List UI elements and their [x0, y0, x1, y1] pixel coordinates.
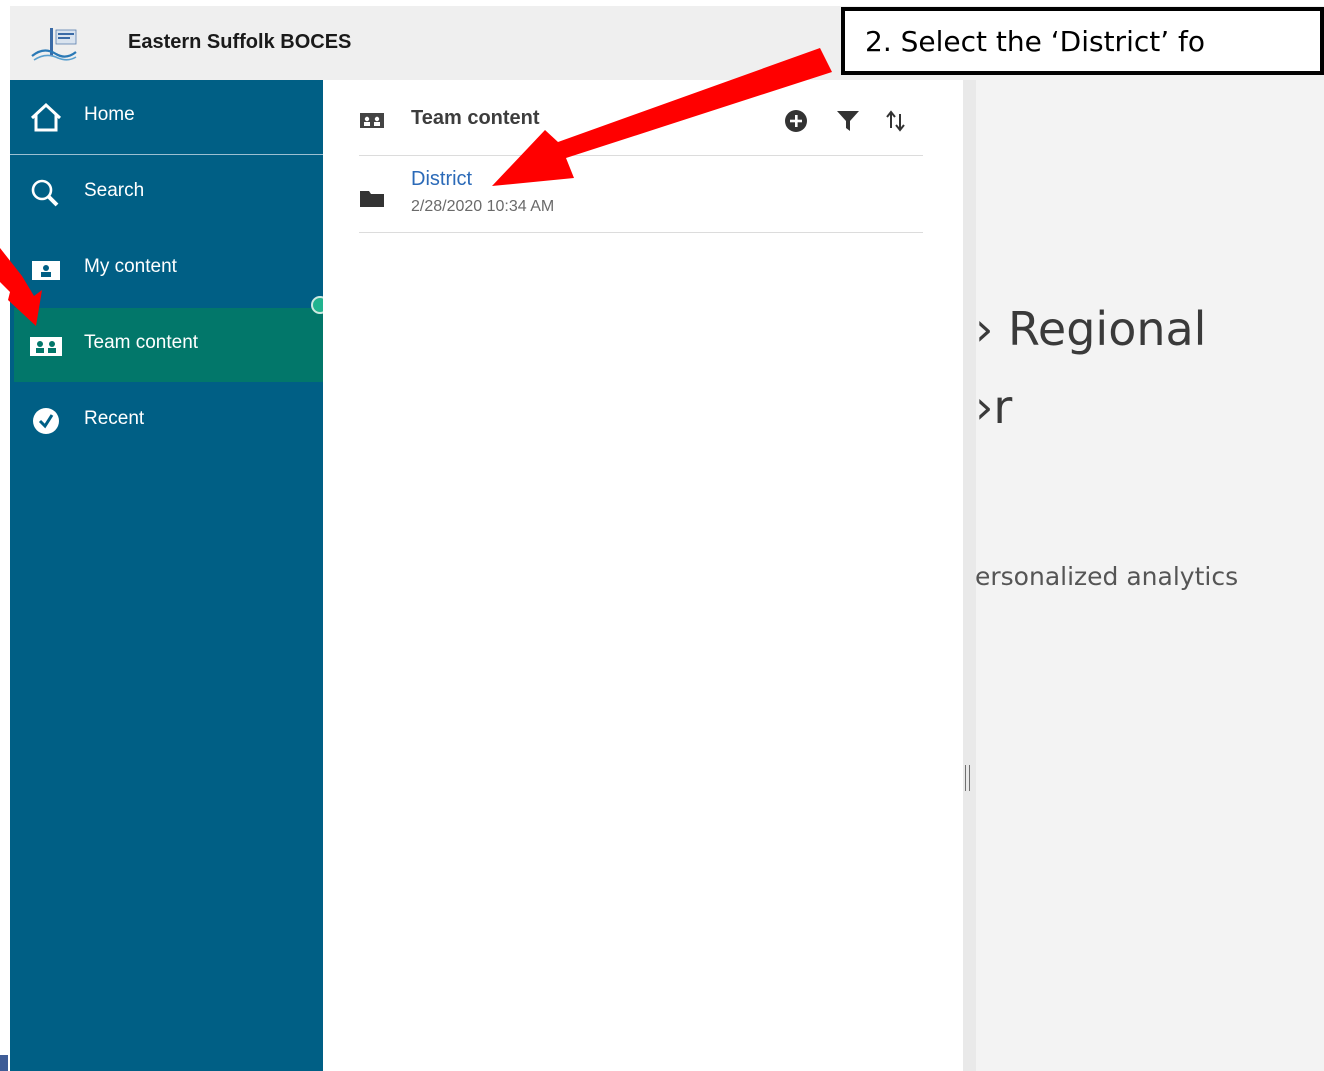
left-edge: [0, 0, 10, 1071]
my-content-icon: [32, 261, 60, 280]
panel-title: Team content: [411, 107, 540, 129]
search-icon: [31, 179, 59, 207]
team-content-icon: [30, 337, 62, 356]
welcome-subtitle: ersonalized analytics: [975, 562, 1239, 591]
instruction-callout: 2. Select the ‘District’ fo: [841, 7, 1324, 75]
sidebar-item-label: Search: [84, 180, 145, 201]
welcome-area: › Regional ›r ersonalized analytics: [963, 80, 1324, 1071]
content-panel: Team content District 2/28/2020 10:34 AM: [323, 80, 963, 1071]
sidebar-item-label: Recent: [84, 408, 145, 429]
home-icon: [30, 102, 62, 132]
sidebar-item-recent[interactable]: Recent: [10, 384, 323, 458]
panel-seam: [963, 80, 976, 1071]
sidebar: Home Search My content Team content Rece…: [10, 80, 323, 1071]
welcome-title-line-2: ›r: [975, 380, 1013, 434]
sidebar-item-search[interactable]: Search: [10, 156, 323, 230]
org-name: Eastern Suffolk BOCES: [128, 31, 352, 53]
add-icon[interactable]: [783, 108, 809, 134]
divider: [359, 232, 923, 233]
sidebar-item-home[interactable]: Home: [10, 80, 323, 155]
folder-icon: [360, 191, 384, 207]
list-item[interactable]: District 2/28/2020 10:34 AM: [359, 156, 923, 232]
left-edge-mark: [0, 1055, 8, 1071]
folder-name-link[interactable]: District: [411, 168, 472, 191]
panel-header: Team content: [359, 102, 923, 136]
instruction-text: 2. Select the ‘District’ fo: [865, 25, 1206, 58]
sidebar-item-my-content[interactable]: My content: [10, 232, 323, 306]
filter-icon[interactable]: [835, 108, 861, 134]
folder-date: 2/28/2020 10:34 AM: [411, 198, 555, 215]
sidebar-item-label: My content: [84, 256, 177, 277]
sidebar-item-label: Team content: [84, 332, 199, 353]
boces-logo-icon: [31, 28, 77, 61]
team-content-icon: [360, 113, 384, 128]
sidebar-item-label: Home: [84, 104, 135, 125]
recent-icon: [33, 408, 59, 434]
resize-grip-icon[interactable]: [965, 765, 971, 791]
welcome-title-line-1: › Regional: [975, 302, 1207, 356]
sidebar-item-team-content[interactable]: Team content: [14, 308, 323, 382]
sort-icon[interactable]: [883, 108, 909, 134]
